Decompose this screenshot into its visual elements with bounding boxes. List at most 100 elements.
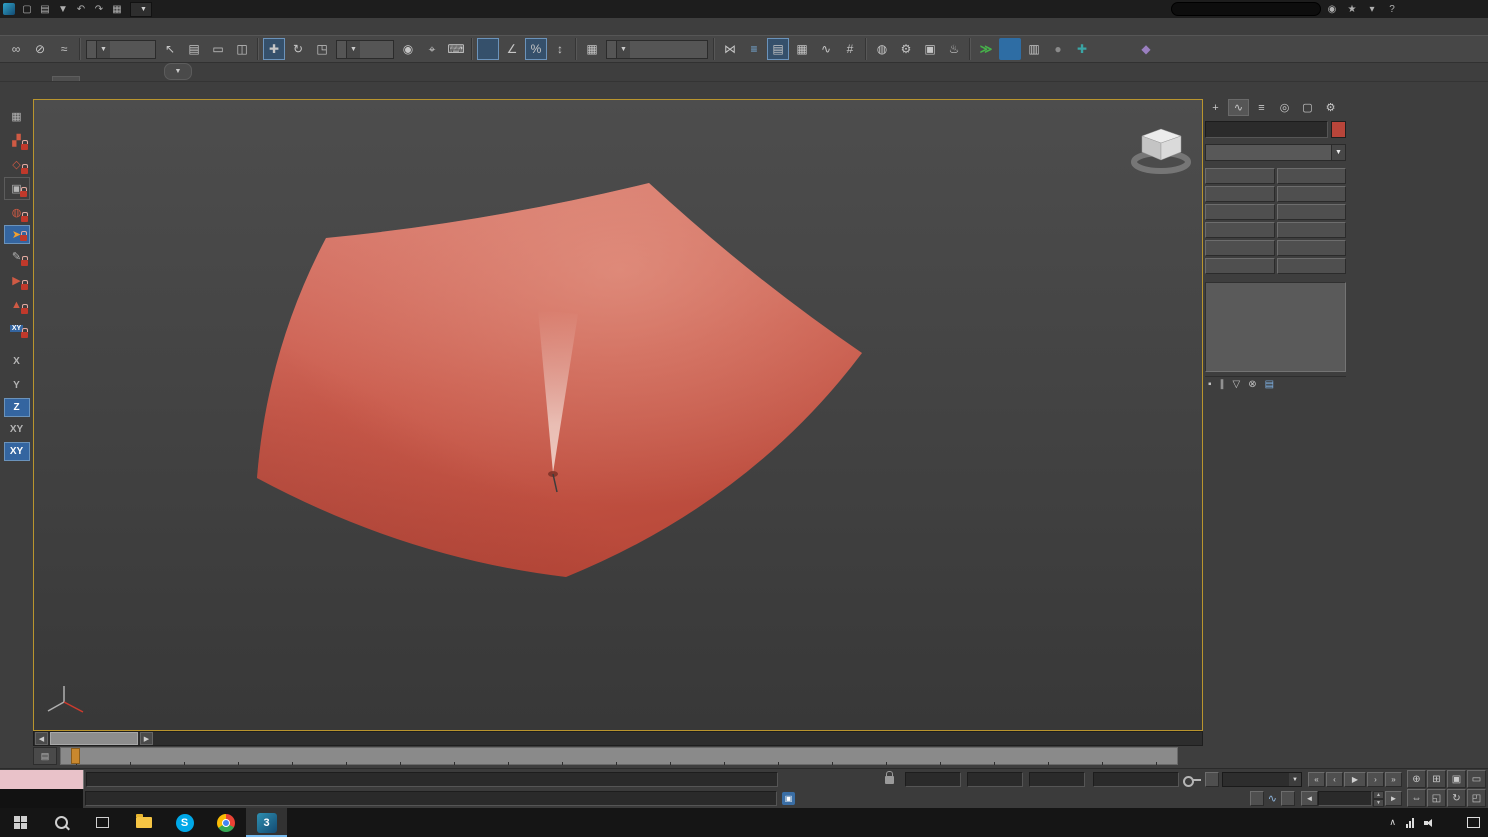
axis-y-button[interactable]: Y xyxy=(4,374,30,397)
redo-icon[interactable]: ↷ xyxy=(90,1,108,17)
add-plugin-icon[interactable]: ✚ xyxy=(1071,38,1093,60)
modifier-button-unwrap-uvw[interactable] xyxy=(1205,240,1275,256)
favorites-icon[interactable]: ★ xyxy=(1343,1,1361,17)
motion-tab-icon[interactable]: ◎ xyxy=(1274,99,1295,116)
cloth-object[interactable] xyxy=(257,183,862,577)
select-and-link-icon[interactable]: ∞ xyxy=(5,38,27,60)
menu-item-create[interactable] xyxy=(90,18,104,35)
modifier-button-uvw-xform[interactable] xyxy=(1205,204,1275,220)
communication-center-icon[interactable]: ▾ xyxy=(1363,1,1381,17)
open-file-icon[interactable]: ▤ xyxy=(36,1,54,17)
curve-editor-icon[interactable]: ∿ xyxy=(815,38,837,60)
select-and-move-icon[interactable]: ✚ xyxy=(263,38,285,60)
utilities-tab-icon[interactable]: ⚙ xyxy=(1320,99,1341,116)
new-scene-icon[interactable]: ▢ xyxy=(18,1,36,17)
field-of-view-icon[interactable]: ◱ xyxy=(1427,789,1446,807)
axis-xy-button-2[interactable]: XY xyxy=(3,442,30,461)
app-logo-icon[interactable] xyxy=(0,1,18,17)
maxscript-mini-listener-script[interactable] xyxy=(0,789,83,808)
current-frame-field[interactable] xyxy=(1318,791,1372,806)
menu-item-views[interactable] xyxy=(76,18,90,35)
edit-named-selection-sets-icon[interactable]: ▦ xyxy=(581,38,603,60)
rectangular-selection-region-icon[interactable]: ▭ xyxy=(207,38,229,60)
sphere-plugin-icon[interactable]: ● xyxy=(1047,38,1069,60)
layer-manager-icon[interactable]: ▤ xyxy=(767,38,789,60)
arrow-lock-icon[interactable]: ▶ xyxy=(4,269,30,292)
current-frame-marker[interactable] xyxy=(71,748,80,764)
menu-item-edit[interactable] xyxy=(34,18,48,35)
task-view-icon[interactable] xyxy=(82,808,123,837)
selection-filter-dropdown[interactable]: ▼ xyxy=(86,39,156,59)
active-padlock-tool-icon[interactable]: ➤ xyxy=(3,225,30,244)
pan-icon[interactable]: ⇔ xyxy=(1407,789,1426,807)
go-to-start-button[interactable]: « xyxy=(1308,772,1325,787)
modifier-button-uvw-map[interactable] xyxy=(1276,240,1346,256)
hierarchy-tab-icon[interactable]: ≡ xyxy=(1251,99,1272,116)
menu-item-animation[interactable] xyxy=(118,18,132,35)
open-mini-curve-editor-button[interactable]: ▤ xyxy=(33,747,57,765)
next-key-button[interactable]: ► xyxy=(1385,791,1402,806)
zoom-icon[interactable]: ⊕ xyxy=(1407,770,1426,788)
plugin-settings-icon[interactable]: ◆ xyxy=(1135,38,1157,60)
key-mode-toggle-button[interactable]: ◄ xyxy=(1301,791,1318,806)
viewport-canvas[interactable] xyxy=(34,100,1202,730)
action-center-icon[interactable] xyxy=(1467,817,1480,828)
network-icon[interactable] xyxy=(1406,817,1414,828)
help-icon[interactable]: ? xyxy=(1383,1,1401,17)
graphite-ribbon-icon[interactable]: ▦ xyxy=(791,38,813,60)
previous-frame-arrow[interactable]: ◀ xyxy=(35,732,48,745)
x-coordinate-field[interactable] xyxy=(905,772,961,787)
modifier-list-dropdown[interactable]: ▼ xyxy=(1205,144,1346,161)
save-file-icon[interactable]: ▼ xyxy=(54,1,72,17)
axis-x-button[interactable]: X xyxy=(4,350,30,373)
corona-toggle-icon[interactable]: ≫ xyxy=(975,38,997,60)
bricks-plugin-icon[interactable]: ▥ xyxy=(1023,38,1045,60)
rendered-frame-window-icon[interactable]: ▣ xyxy=(919,38,941,60)
menu-item-customize[interactable] xyxy=(160,18,174,35)
new-key-filter-icon[interactable]: ∿ xyxy=(1268,792,1277,805)
3ds-max-taskbar-icon[interactable]: 3 xyxy=(246,808,287,837)
menu-item-phoenixfd[interactable] xyxy=(216,18,230,35)
listener-window-icon[interactable]: ▣ xyxy=(782,792,795,805)
use-pivot-center-icon[interactable]: ◉ xyxy=(397,38,419,60)
material-editor-icon[interactable]: ◍ xyxy=(871,38,893,60)
axis-z-button[interactable]: Z xyxy=(3,398,30,417)
object-name-field[interactable] xyxy=(1205,121,1328,138)
hidden-icons-chevron[interactable]: ∧ xyxy=(1389,817,1396,828)
modifier-button-turbosmooth[interactable] xyxy=(1205,168,1275,184)
render-production-icon[interactable]: ♨ xyxy=(943,38,965,60)
padlock-tool-icon-2[interactable]: ◇ xyxy=(4,153,30,176)
maximize-button[interactable] xyxy=(1432,0,1459,18)
menu-item-modifiers[interactable] xyxy=(104,18,118,35)
object-color-swatch[interactable] xyxy=(1331,121,1346,138)
modifier-button-ffd-3x3x3[interactable] xyxy=(1276,222,1346,238)
maxscript-mini-listener-macro[interactable] xyxy=(0,770,84,789)
sign-in-icon[interactable]: ◉ xyxy=(1323,1,1341,17)
y-coordinate-field[interactable] xyxy=(967,772,1023,787)
close-button[interactable] xyxy=(1461,0,1488,18)
tab-object-paint[interactable] xyxy=(106,77,132,81)
pencil-lock-icon[interactable]: ✎ xyxy=(4,245,30,268)
selection-lock-icon[interactable] xyxy=(885,770,894,784)
select-and-manipulate-icon[interactable]: ⌖ xyxy=(421,38,443,60)
select-and-scale-icon[interactable]: ◳ xyxy=(311,38,333,60)
tab-selection[interactable] xyxy=(80,77,106,81)
bind-to-space-warp-icon[interactable]: ≈ xyxy=(53,38,75,60)
menu-item-group[interactable] xyxy=(62,18,76,35)
unlink-selection-icon[interactable]: ⊘ xyxy=(29,38,51,60)
modifier-button-material[interactable] xyxy=(1205,258,1275,274)
maximize-viewport-icon[interactable]: ◰ xyxy=(1467,789,1486,807)
search-icon[interactable] xyxy=(41,808,82,837)
frame-spinner[interactable]: ▲ ▼ xyxy=(1373,790,1384,807)
key-mode-dropdown[interactable]: ▼ xyxy=(1222,772,1302,787)
display-tab-icon[interactable]: ▢ xyxy=(1297,99,1318,116)
view-cube[interactable] xyxy=(1131,128,1191,174)
rb-plugin-icon[interactable] xyxy=(999,38,1021,60)
volume-icon[interactable] xyxy=(1424,818,1437,828)
tab-populate[interactable] xyxy=(132,77,158,81)
menu-item-rendering[interactable] xyxy=(146,18,160,35)
mirror-icon[interactable]: ⋈ xyxy=(719,38,741,60)
flame-lock-icon[interactable]: ▲ xyxy=(4,293,30,316)
zoom-all-icon[interactable]: ⊞ xyxy=(1427,770,1446,788)
modifier-button-smooth[interactable] xyxy=(1205,186,1275,202)
